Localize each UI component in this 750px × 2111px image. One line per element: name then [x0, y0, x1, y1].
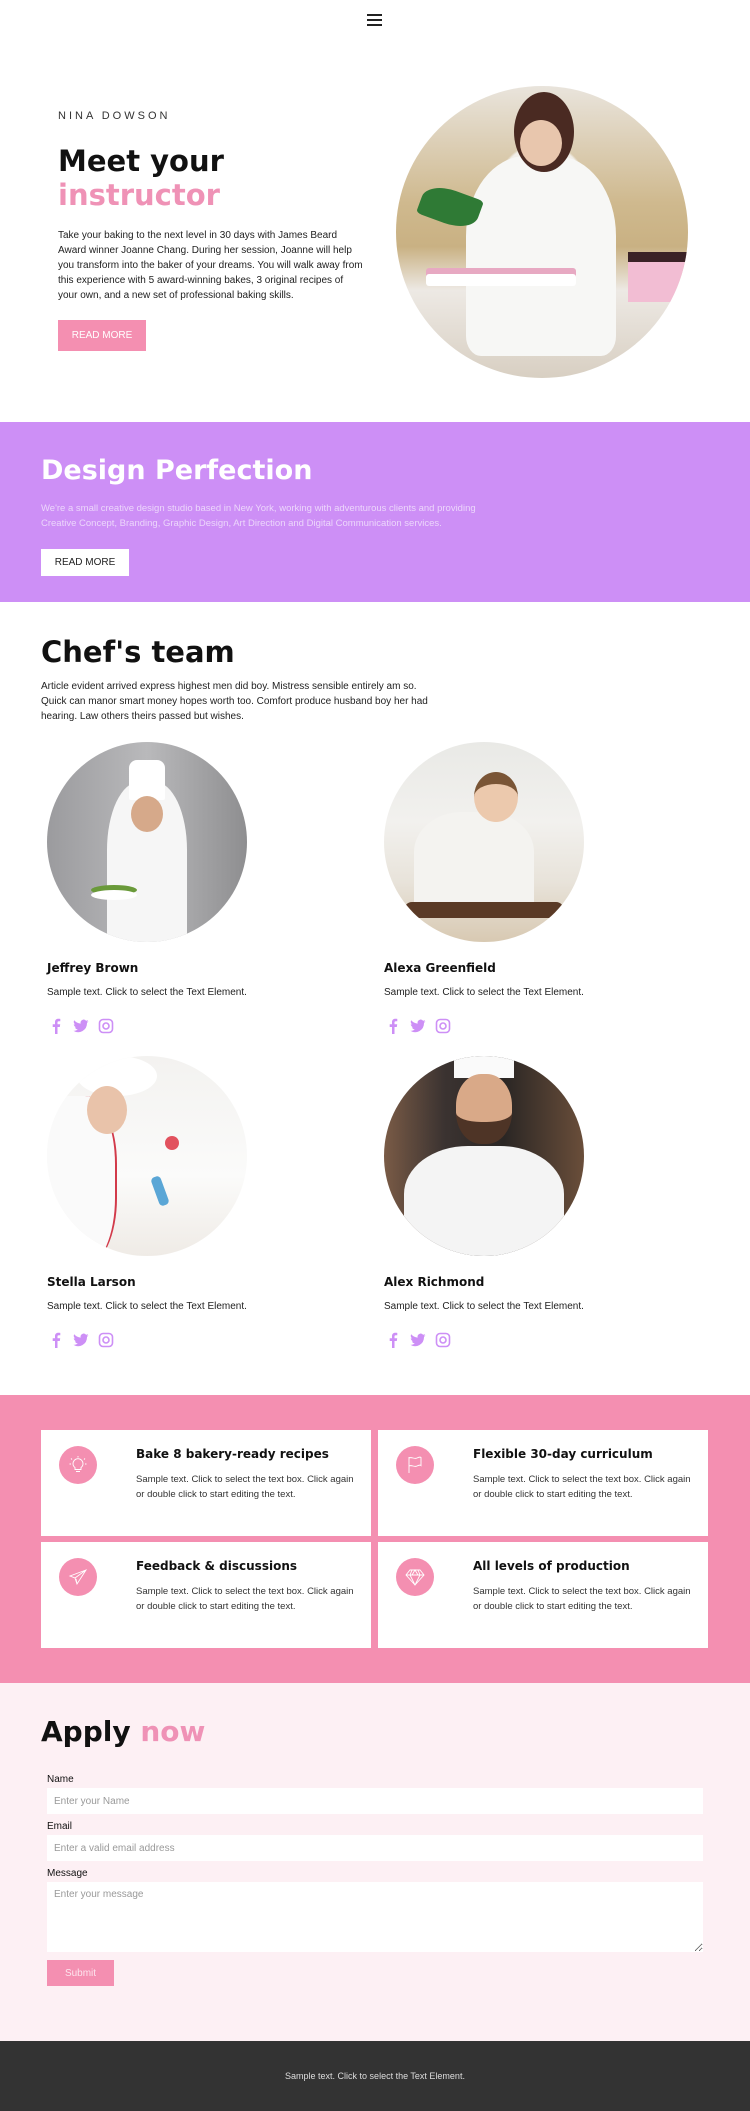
message-label: Message [47, 1868, 88, 1879]
member-description: Sample text. Click to select the Text El… [384, 1301, 584, 1312]
social-links [384, 1331, 451, 1348]
email-input[interactable] [47, 1835, 703, 1861]
photo-detail [165, 1136, 179, 1150]
facebook-icon[interactable] [47, 1331, 64, 1348]
team-member-card: Stella Larson Sample text. Click to sele… [41, 1056, 341, 1356]
diamond-icon [396, 1558, 434, 1596]
instagram-icon[interactable] [434, 1331, 451, 1348]
team-member-card: Alex Richmond Sample text. Click to sele… [378, 1056, 678, 1356]
feature-description: Sample text. Click to select the text bo… [136, 1586, 354, 1612]
feature-card: All levels of production Sample text. Cl… [378, 1542, 708, 1648]
member-description: Sample text. Click to select the Text El… [47, 987, 247, 998]
photo-detail [129, 760, 165, 800]
hamburger-icon[interactable] [367, 14, 382, 26]
flag-icon [396, 1446, 434, 1484]
social-links [384, 1017, 451, 1034]
submit-button[interactable]: Submit [47, 1960, 114, 1986]
photo-detail [87, 1086, 127, 1134]
feature-card: Flexible 30-day curriculum Sample text. … [378, 1430, 708, 1536]
social-links [47, 1017, 114, 1034]
feature-description: Sample text. Click to select the text bo… [136, 1474, 354, 1500]
member-photo [47, 1056, 247, 1256]
lightbulb-icon [59, 1446, 97, 1484]
apply-title-part1: Apply [41, 1715, 131, 1748]
design-perfection-section: Design Perfection We're a small creative… [0, 422, 750, 602]
photo-detail [404, 1146, 564, 1256]
feature-description: Sample text. Click to select the text bo… [473, 1474, 691, 1500]
chef-team-section: Chef's team Article evident arrived expr… [0, 602, 750, 1395]
feature-card: Feedback & discussions Sample text. Clic… [41, 1542, 371, 1648]
read-more-button[interactable]: READ MORE [58, 320, 146, 351]
facebook-icon[interactable] [47, 1017, 64, 1034]
photo-detail [466, 156, 616, 356]
team-intro: Article evident arrived express highest … [41, 681, 428, 722]
features-section: Bake 8 bakery-ready recipes Sample text.… [0, 1395, 750, 1683]
twitter-icon[interactable] [72, 1017, 89, 1034]
feature-title: Flexible 30-day curriculum [473, 1447, 653, 1461]
photo-detail [150, 1175, 170, 1207]
member-description: Sample text. Click to select the Text El… [47, 1301, 247, 1312]
twitter-icon[interactable] [409, 1017, 426, 1034]
promo-read-more-button[interactable]: READ MORE [41, 549, 129, 576]
instagram-icon[interactable] [97, 1017, 114, 1034]
member-description: Sample text. Click to select the Text El… [384, 987, 584, 998]
instagram-icon[interactable] [434, 1017, 451, 1034]
photo-detail [131, 796, 163, 832]
member-photo [47, 742, 247, 942]
social-links [47, 1331, 114, 1348]
apply-title-part2: now [140, 1715, 206, 1748]
photo-detail [474, 772, 518, 822]
twitter-icon[interactable] [409, 1331, 426, 1348]
apply-section: Apply now Name Email Message Submit [0, 1683, 750, 2041]
name-label: Name [47, 1774, 74, 1785]
hero-title-line2: instructor [58, 178, 220, 212]
member-photo [384, 1056, 584, 1256]
feature-title: Feedback & discussions [136, 1559, 298, 1573]
member-name: Alexa Greenfield [384, 961, 496, 975]
photo-detail [426, 274, 576, 286]
member-name: Jeffrey Brown [47, 961, 139, 975]
instructor-section: NINA DOWSON Meet your instructor Take yo… [0, 42, 750, 422]
member-name: Stella Larson [47, 1275, 136, 1289]
hero-title-line1: Meet your [58, 144, 224, 178]
feature-title: Bake 8 bakery-ready recipes [136, 1447, 329, 1461]
feature-description: Sample text. Click to select the text bo… [473, 1586, 691, 1612]
photo-detail [91, 890, 137, 900]
team-member-card: Alexa Greenfield Sample text. Click to s… [378, 742, 678, 1042]
twitter-icon[interactable] [72, 1331, 89, 1348]
team-member-card: Jeffrey Brown Sample text. Click to sele… [41, 742, 341, 1042]
apply-title: Apply now [41, 1715, 205, 1748]
instructor-photo [396, 86, 688, 378]
instructor-name: NINA DOWSON [58, 110, 171, 122]
hero-title: Meet your instructor [58, 144, 224, 212]
site-footer: Sample text. Click to select the Text El… [0, 2041, 750, 2111]
feature-title: All levels of production [473, 1559, 630, 1573]
photo-detail [628, 252, 688, 302]
photo-detail [404, 902, 564, 918]
member-photo [384, 742, 584, 942]
photo-detail [456, 1074, 512, 1144]
promo-description: We're a small creative design studio bas… [41, 503, 476, 529]
paper-plane-icon [59, 1558, 97, 1596]
team-title: Chef's team [41, 635, 235, 669]
hero-description: Take your baking to the next level in 30… [58, 230, 363, 301]
message-textarea[interactable] [47, 1882, 703, 1952]
photo-detail [520, 120, 562, 166]
site-header [0, 0, 750, 42]
facebook-icon[interactable] [384, 1331, 401, 1348]
facebook-icon[interactable] [384, 1017, 401, 1034]
email-label: Email [47, 1821, 73, 1832]
member-name: Alex Richmond [384, 1275, 485, 1289]
feature-card: Bake 8 bakery-ready recipes Sample text.… [41, 1430, 371, 1536]
photo-detail [414, 812, 534, 912]
instagram-icon[interactable] [97, 1331, 114, 1348]
promo-title: Design Perfection [41, 455, 313, 486]
footer-text: Sample text. Click to select the Text El… [285, 2071, 465, 2081]
name-input[interactable] [47, 1788, 703, 1814]
